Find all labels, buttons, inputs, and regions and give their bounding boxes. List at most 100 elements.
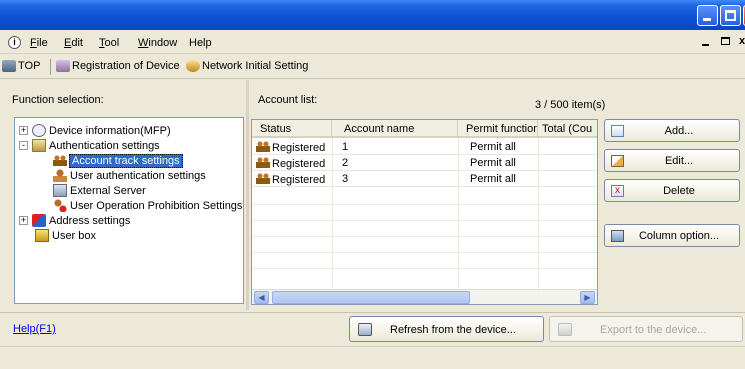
minimize-window-button[interactable] [697,5,718,26]
tree-item-label: User Operation Prohibition Settings [70,199,243,212]
registered-user-icon [256,141,270,152]
function-selection-label: Function selection: [12,94,104,106]
grid-line [252,236,597,237]
user-icon [53,169,67,182]
table-row[interactable]: Registered 3 Permit all [252,172,597,187]
tree-item-label: Authentication settings [49,139,160,152]
status-text: Registered [272,158,326,170]
maximize-window-button[interactable] [720,5,741,26]
status-bar [0,346,745,369]
refresh-from-device-button[interactable]: Refresh from the device... [349,316,544,342]
export-device-icon [558,323,572,336]
account-name-cell: 1 [342,141,349,153]
tree-item-user-box[interactable]: User box [35,228,96,243]
menu-tool[interactable]: Tool [99,37,119,49]
toolbar-separator [50,59,51,75]
refresh-device-icon [358,323,372,336]
tree-item-label: External Server [70,184,146,197]
table-row[interactable]: Registered 2 Permit all [252,156,597,171]
top-button[interactable]: TOP [2,60,40,72]
box-icon [35,229,49,242]
account-name-cell: 3 [342,173,349,185]
column-header-permit-function[interactable]: Permit function [458,120,538,138]
account-list-label: Account list: [258,94,318,106]
status-cell: Registered [256,173,325,186]
expand-icon[interactable]: + [19,126,28,135]
tree-item-device-information[interactable]: + Device information(MFP) [19,123,171,138]
edit-button[interactable]: Edit... [604,149,740,172]
collapse-icon[interactable]: - [19,141,28,150]
network-label: Network Initial Setting [202,60,309,72]
tree-item-user-authentication-settings[interactable]: User authentication settings [53,168,206,183]
add-label: Add... [664,125,694,137]
expand-icon[interactable]: + [19,216,28,225]
menu-window-accel: W [138,37,149,49]
registration-of-device-button[interactable]: Registration of Device [56,60,180,72]
column-option-label: Column option... [638,230,720,242]
auth-icon [32,139,46,152]
menu-file-accel: F [30,37,37,49]
status-cell: Registered [256,157,325,170]
item-count: 3 / 500 item(s) [535,99,606,111]
tree-item-address-settings[interactable]: + Address settings [19,213,130,228]
permit-function-cell: Permit all [470,141,516,153]
toolbar: TOP Registration of Device Network Initi… [0,55,745,79]
menu-bar: i File Edit Tool Window Help x [0,30,745,54]
status-text: Registered [272,174,326,186]
account-icon [53,155,67,166]
network-initial-setting-button[interactable]: Network Initial Setting [186,60,308,72]
menu-file[interactable]: File [30,37,48,49]
mdi-minimize-button[interactable] [702,44,709,46]
edit-label: Edit... [664,155,694,167]
delete-button[interactable]: x Delete [604,179,740,202]
column-option-button[interactable]: Column option... [604,224,740,247]
account-list-view[interactable]: Status Account name Permit function Tota… [251,119,598,305]
add-button[interactable]: Add... [604,119,740,142]
menu-help[interactable]: Help [189,37,212,49]
tree-item-user-operation-prohibition-settings[interactable]: User Operation Prohibition Settings [53,198,242,213]
grid-line [252,252,597,253]
register-device-icon [56,60,70,72]
tree-item-label: Device information(MFP) [49,124,171,137]
menu-tool-rest: ool [104,37,120,49]
permit-function-cell: Permit all [470,173,516,185]
column-header-account-name[interactable]: Account name [332,120,458,138]
menu-file-rest: ile [36,37,48,49]
grid-line [252,220,597,221]
registered-user-icon [256,157,270,168]
tree-item-account-track-settings[interactable]: Account track settings [53,153,183,168]
mdi-close-button[interactable]: x [739,35,745,47]
address-icon [32,214,46,227]
mdi-restore-button[interactable] [721,37,730,45]
scroll-right-button[interactable]: ▶ [580,291,595,304]
app-info-icon[interactable]: i [8,36,21,49]
info-icon [32,124,46,137]
registered-user-icon [256,173,270,184]
tree-item-external-server[interactable]: External Server [53,183,146,198]
column-header-status[interactable]: Status [252,120,332,138]
export-to-device-button[interactable]: Export to the device... [549,316,743,342]
scrollbar-thumb[interactable] [272,291,470,304]
menu-window[interactable]: Window [138,37,177,49]
menu-edit[interactable]: Edit [64,37,83,49]
delete-label: Delete [663,185,695,197]
prohibit-icon [53,199,67,212]
export-label: Export to the device... [600,324,707,336]
permit-function-cell: Permit all [470,157,516,169]
scroll-left-button[interactable]: ◀ [254,291,269,304]
refresh-label: Refresh from the device... [390,324,516,336]
table-row[interactable]: Registered 1 Permit all [252,140,597,155]
printer-icon [2,60,16,72]
grid-line [252,268,597,269]
title-bar [0,0,745,30]
tree-item-label: Address settings [49,214,131,227]
function-tree[interactable]: + Device information(MFP) - Authenticati… [14,117,244,304]
menu-window-rest: indow [148,37,178,49]
column-header-total[interactable]: Total (Cou [538,120,597,138]
tree-item-authentication-settings[interactable]: - Authentication settings [19,138,160,153]
horizontal-scrollbar[interactable]: ◀ ▶ [252,289,597,304]
grid-line [252,204,597,205]
status-cell: Registered [256,141,325,154]
panel-splitter[interactable] [246,80,249,310]
help-link[interactable]: Help(F1) [13,323,56,335]
